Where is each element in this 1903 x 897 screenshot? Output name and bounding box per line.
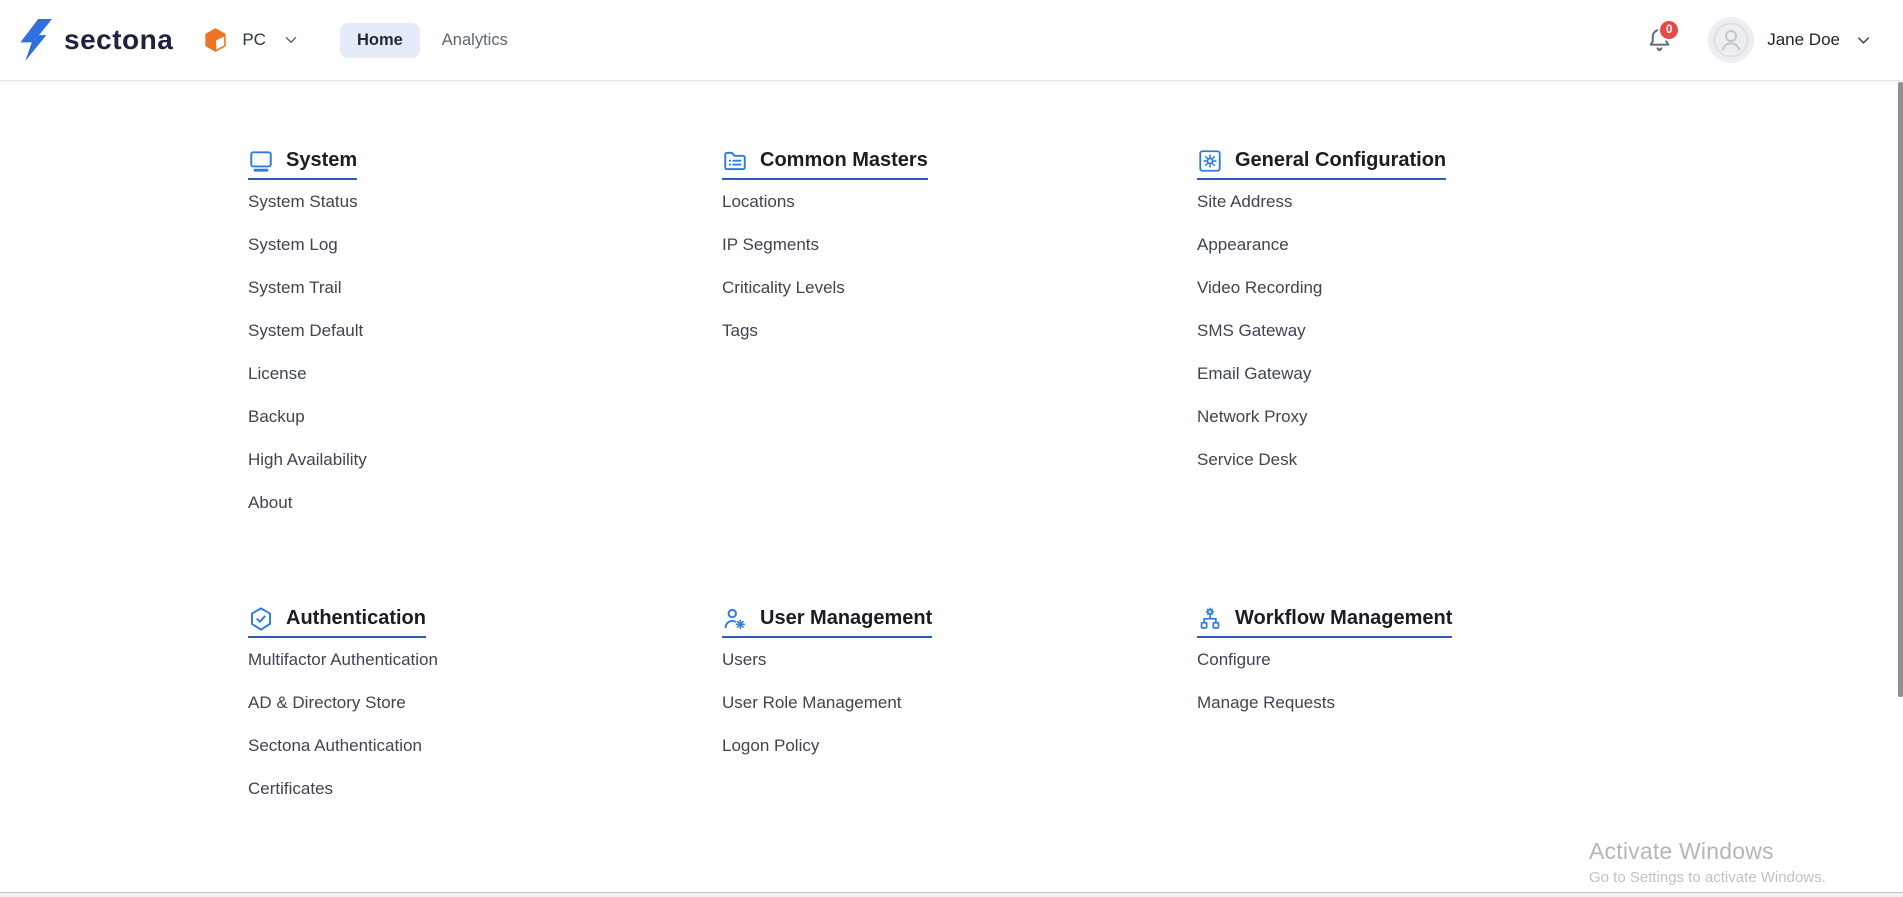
- menu-item-backup[interactable]: Backup: [248, 395, 305, 438]
- menu-item-system-status[interactable]: System Status: [248, 180, 358, 223]
- horizontal-scrollbar-track[interactable]: [0, 892, 1903, 897]
- menu-item-ad-directory-store[interactable]: AD & Directory Store: [248, 681, 406, 724]
- section-title: General Configuration: [1235, 149, 1446, 172]
- menu-item-system-log[interactable]: System Log: [248, 223, 338, 266]
- chevron-down-icon[interactable]: [1854, 31, 1873, 50]
- menu-item-service-desk[interactable]: Service Desk: [1197, 438, 1297, 481]
- section-title: Common Masters: [760, 149, 928, 172]
- menu-item-license[interactable]: License: [248, 352, 307, 395]
- menu-item-criticality-levels[interactable]: Criticality Levels: [722, 266, 845, 309]
- product-selector[interactable]: PC: [203, 27, 300, 53]
- menu-item-system-trail[interactable]: System Trail: [248, 266, 342, 309]
- menu-item-email-gateway[interactable]: Email Gateway: [1197, 352, 1311, 395]
- user-name[interactable]: Jane Doe: [1767, 30, 1840, 50]
- menu-item-certificates[interactable]: Certificates: [248, 767, 333, 810]
- top-navigation-bar: sectona PC Home Analytics 0: [0, 0, 1903, 81]
- menu-section-authentication: Authentication Multifactor Authenticatio…: [248, 608, 678, 810]
- menu-item-system-default[interactable]: System Default: [248, 309, 363, 352]
- section-item-list: ConfigureManage Requests: [1197, 638, 1627, 724]
- watermark-line1: Activate Windows: [1589, 838, 1826, 865]
- section-header: Common Masters: [722, 150, 928, 180]
- section-item-list: Multifactor AuthenticationAD & Directory…: [248, 638, 678, 810]
- menu-item-sectona-authentication[interactable]: Sectona Authentication: [248, 724, 422, 767]
- menu-item-about[interactable]: About: [248, 481, 292, 524]
- section-title: Authentication: [286, 607, 426, 630]
- section-title: User Management: [760, 607, 932, 630]
- folder-list-icon: [722, 148, 748, 174]
- menu-section-user-management: User Management UsersUser Role Managemen…: [722, 608, 1152, 767]
- avatar[interactable]: [1708, 17, 1754, 63]
- topbar-right-cluster: 0 Jane Doe: [1646, 17, 1873, 63]
- menu-item-manage-requests[interactable]: Manage Requests: [1197, 681, 1335, 724]
- menu-item-high-availability[interactable]: High Availability: [248, 438, 367, 481]
- menu-section-common-masters: Common Masters LocationsIP SegmentsCriti…: [722, 150, 1152, 352]
- menu-item-sms-gateway[interactable]: SMS Gateway: [1197, 309, 1306, 352]
- menu-section-system: System System StatusSystem LogSystem Tra…: [248, 150, 678, 524]
- section-header: User Management: [722, 608, 932, 638]
- chevron-down-icon: [282, 31, 300, 49]
- menu-item-multifactor-authentication[interactable]: Multifactor Authentication: [248, 638, 438, 681]
- menu-item-network-proxy[interactable]: Network Proxy: [1197, 395, 1308, 438]
- vertical-scrollbar-thumb[interactable]: [1898, 82, 1903, 697]
- menu-section-workflow-management: Workflow Management ConfigureManage Requ…: [1197, 608, 1627, 724]
- cube-icon: [203, 27, 228, 53]
- menu-item-tags[interactable]: Tags: [722, 309, 758, 352]
- section-item-list: UsersUser Role ManagementLogon Policy: [722, 638, 1152, 767]
- gear-square-icon: [1197, 148, 1223, 174]
- menu-item-user-role-management[interactable]: User Role Management: [722, 681, 902, 724]
- lightning-bolt-icon: [18, 16, 52, 64]
- section-header: General Configuration: [1197, 150, 1446, 180]
- brand-wordmark: sectona: [64, 24, 173, 56]
- section-item-list: LocationsIP SegmentsCriticality LevelsTa…: [722, 180, 1152, 352]
- shield-check-icon: [248, 606, 274, 632]
- menu-item-site-address[interactable]: Site Address: [1197, 180, 1292, 223]
- watermark-line2: Go to Settings to activate Windows.: [1589, 869, 1826, 886]
- section-header: Workflow Management: [1197, 608, 1452, 638]
- monitor-icon: [248, 148, 274, 174]
- user-gear-icon: [722, 606, 748, 632]
- notifications-button[interactable]: 0: [1646, 25, 1674, 55]
- tab-home[interactable]: Home: [340, 23, 420, 58]
- sectona-logo[interactable]: sectona: [18, 16, 173, 64]
- menu-section-general-configuration: General Configuration Site AddressAppear…: [1197, 150, 1627, 481]
- menu-item-users[interactable]: Users: [722, 638, 766, 681]
- menu-item-logon-policy[interactable]: Logon Policy: [722, 724, 819, 767]
- section-item-list: System StatusSystem LogSystem TrailSyste…: [248, 180, 678, 524]
- menu-item-configure[interactable]: Configure: [1197, 638, 1271, 681]
- section-header: Authentication: [248, 608, 426, 638]
- workflow-icon: [1197, 606, 1223, 632]
- notification-count-badge: 0: [1658, 19, 1680, 41]
- menu-item-appearance[interactable]: Appearance: [1197, 223, 1289, 266]
- menu-item-ip-segments[interactable]: IP Segments: [722, 223, 819, 266]
- section-title: System: [286, 149, 357, 172]
- main-tabs: Home Analytics: [340, 23, 525, 58]
- product-selector-label: PC: [242, 30, 266, 50]
- section-item-list: Site AddressAppearanceVideo RecordingSMS…: [1197, 180, 1627, 481]
- windows-activation-watermark: Activate Windows Go to Settings to activ…: [1589, 838, 1826, 886]
- tab-analytics[interactable]: Analytics: [425, 23, 525, 58]
- menu-item-video-recording[interactable]: Video Recording: [1197, 266, 1322, 309]
- section-title: Workflow Management: [1235, 607, 1452, 630]
- menu-item-locations[interactable]: Locations: [722, 180, 795, 223]
- section-header: System: [248, 150, 357, 180]
